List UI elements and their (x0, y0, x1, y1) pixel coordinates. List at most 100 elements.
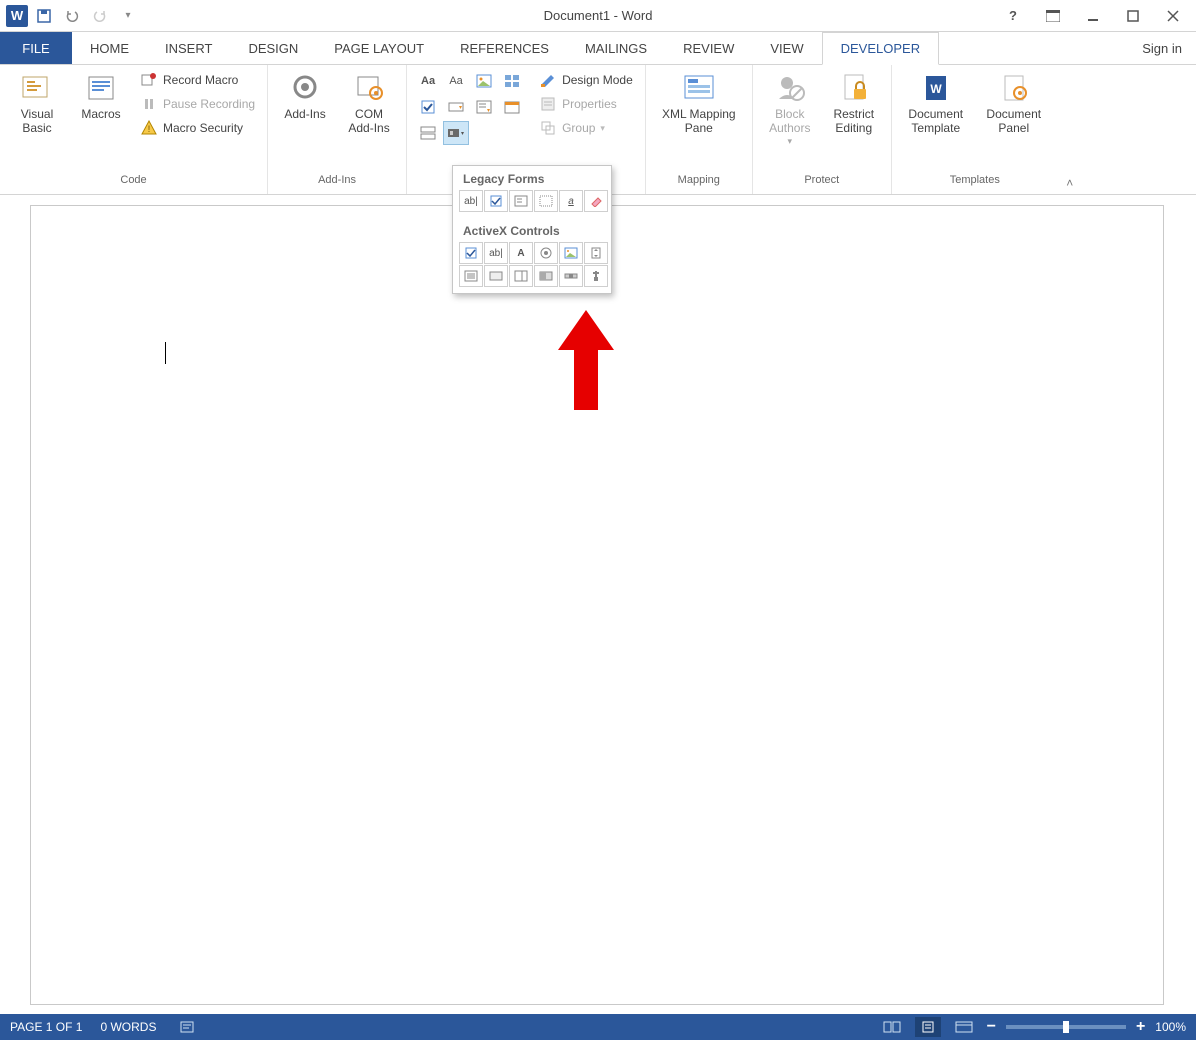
legacy-tools-button[interactable] (443, 121, 469, 145)
macro-security-label: Macro Security (163, 121, 243, 135)
repeating-section-content-control[interactable] (415, 121, 441, 145)
dropdown-list-content-control[interactable] (471, 95, 497, 119)
restrict-editing-button[interactable]: Restrict Editing (825, 69, 883, 136)
eraser-icon (589, 195, 603, 207)
dropdown-icon (476, 100, 492, 114)
web-layout-icon (955, 1020, 973, 1034)
plain-text-content-control[interactable]: Aa (443, 69, 469, 93)
group-addins: Add-Ins COM Add-Ins Add-Ins (268, 65, 407, 194)
redo-icon (92, 8, 108, 24)
building-block-icon (504, 74, 520, 88)
window-title: Document1 - Word (544, 8, 653, 23)
date-picker-content-control[interactable] (499, 95, 525, 119)
tab-references[interactable]: REFERENCES (442, 32, 567, 64)
ribbon-display-options-button[interactable] (1038, 4, 1068, 28)
zoom-out-button[interactable]: − (987, 1018, 996, 1036)
activex-textbox[interactable]: ab| (484, 242, 508, 264)
tab-page-layout[interactable]: PAGE LAYOUT (316, 32, 442, 64)
visual-basic-button[interactable]: Visual Basic (8, 69, 66, 136)
status-words[interactable]: 0 WORDS (100, 1020, 156, 1034)
block-authors-button[interactable]: Block Authors ▾ (761, 69, 819, 146)
zoom-level[interactable]: 100% (1155, 1020, 1186, 1034)
legacy-checkbox-form-field[interactable] (484, 190, 508, 212)
activex-toggle-button[interactable] (534, 265, 558, 287)
tab-mailings[interactable]: MAILINGS (567, 32, 665, 64)
text-field-icon: ab| (464, 196, 478, 207)
activex-image[interactable] (559, 242, 583, 264)
zoom-slider[interactable] (1006, 1025, 1126, 1029)
activex-list-box[interactable] (459, 265, 483, 287)
radio-icon (540, 247, 552, 259)
legacy-text-form-field[interactable]: ab| (459, 190, 483, 212)
combo-box-content-control[interactable] (443, 95, 469, 119)
tab-review[interactable]: REVIEW (665, 32, 752, 64)
status-page[interactable]: PAGE 1 OF 1 (10, 1020, 82, 1034)
proofing-icon (179, 1020, 195, 1034)
macros-button[interactable]: Macros (72, 69, 130, 122)
group-icon (539, 119, 557, 137)
com-addins-button[interactable]: COM Add-Ins (340, 69, 398, 136)
activex-spin-button[interactable] (584, 242, 608, 264)
xml-mapping-pane-button[interactable]: XML Mapping Pane (654, 69, 744, 136)
activex-checkbox[interactable] (459, 242, 483, 264)
close-button[interactable] (1158, 4, 1188, 28)
qat-redo-button[interactable] (88, 4, 112, 28)
collapse-ribbon-button[interactable]: ˄ (1058, 65, 1082, 194)
tab-design[interactable]: DESIGN (230, 32, 316, 64)
legacy-frame-field[interactable] (534, 190, 558, 212)
activex-option-button[interactable] (534, 242, 558, 264)
zoom-in-button[interactable]: + (1136, 1018, 1145, 1036)
rich-text-content-control[interactable]: Aa (415, 69, 441, 93)
undo-icon (64, 8, 80, 24)
tab-view[interactable]: VIEW (752, 32, 821, 64)
picture-content-control[interactable] (471, 69, 497, 93)
checkbox-content-control[interactable] (415, 95, 441, 119)
addins-button[interactable]: Add-Ins (276, 69, 334, 122)
document-panel-button[interactable]: Document Panel (978, 69, 1050, 136)
help-button[interactable]: ? (998, 4, 1028, 28)
activex-command-button[interactable] (484, 265, 508, 287)
legacy-reset-form-fields[interactable] (584, 190, 608, 212)
macro-security-button[interactable]: ! Macro Security (136, 117, 259, 139)
building-block-gallery-control[interactable] (499, 69, 525, 93)
sign-in-link[interactable]: Sign in (1128, 32, 1196, 64)
legacy-dropdown-form-field[interactable] (509, 190, 533, 212)
activex-combo-box[interactable] (509, 265, 533, 287)
group-code: Visual Basic Macros Record Macro Pause R… (0, 65, 268, 194)
group-button: Group ▾ (535, 117, 637, 139)
print-layout-button[interactable] (915, 1017, 941, 1037)
document-template-icon: W (919, 71, 953, 105)
record-macro-button[interactable]: Record Macro (136, 69, 259, 91)
design-mode-button[interactable]: Design Mode (535, 69, 637, 91)
tab-developer[interactable]: DEVELOPER (822, 32, 939, 65)
document-template-button[interactable]: W Document Template (900, 69, 972, 136)
tab-insert[interactable]: INSERT (147, 32, 230, 64)
image-icon (564, 247, 578, 259)
status-proofing-button[interactable] (174, 1017, 200, 1037)
activex-label[interactable]: A (509, 242, 533, 264)
qat-undo-button[interactable] (60, 4, 84, 28)
read-mode-button[interactable] (879, 1017, 905, 1037)
document-template-label: Document Template (908, 108, 963, 136)
web-layout-button[interactable] (951, 1017, 977, 1037)
read-mode-icon (883, 1020, 901, 1034)
restrict-editing-label: Restrict Editing (833, 108, 874, 136)
block-authors-icon (773, 71, 807, 105)
svg-text:!: ! (148, 124, 151, 134)
qat-customize-button[interactable]: ▾ (116, 4, 140, 28)
close-icon (1167, 10, 1179, 22)
activex-scroll-bar[interactable] (559, 265, 583, 287)
tab-home[interactable]: HOME (72, 32, 147, 64)
tab-file[interactable]: FILE (0, 32, 72, 64)
minimize-button[interactable] (1078, 4, 1108, 28)
zoom-slider-thumb[interactable] (1063, 1021, 1069, 1033)
shading-icon: a (568, 196, 574, 207)
qat-save-button[interactable] (32, 4, 56, 28)
legacy-shading-field[interactable]: a (559, 190, 583, 212)
chevron-down-icon: ▾ (600, 123, 605, 134)
properties-icon (539, 95, 557, 113)
scrollbar-icon (564, 271, 578, 281)
annotation-red-arrow (558, 310, 614, 410)
maximize-button[interactable] (1118, 4, 1148, 28)
activex-more-controls[interactable] (584, 265, 608, 287)
